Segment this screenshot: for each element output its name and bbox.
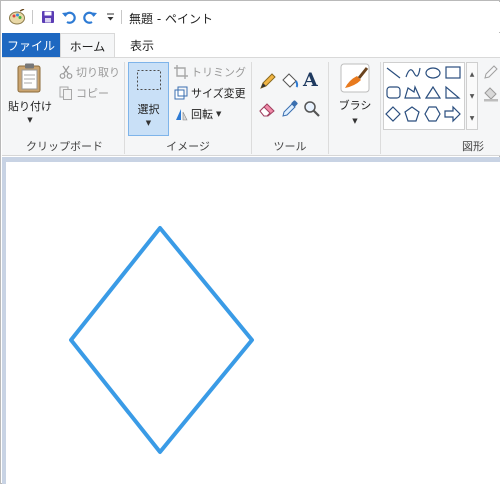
quick-access-separator xyxy=(32,10,33,24)
drawing-canvas[interactable] xyxy=(6,162,500,484)
brushes-dropdown-icon[interactable]: ▼ xyxy=(352,117,357,125)
clipboard-group-label: クリップボード xyxy=(26,140,103,153)
triangle-shape-icon xyxy=(424,85,442,99)
clipboard-icon xyxy=(17,63,41,93)
shapes-gallery[interactable] xyxy=(383,62,465,130)
tab-view[interactable]: 表示 xyxy=(120,33,164,57)
gallery-down-icon[interactable]: ▼ xyxy=(470,93,475,100)
copy-button[interactable]: コピー xyxy=(59,85,109,101)
hexagon-shape-icon xyxy=(424,106,441,122)
rotate-dropdown-icon[interactable]: ▼ xyxy=(216,110,221,118)
fill-icon[interactable] xyxy=(483,86,499,102)
arrow-shape-icon xyxy=(444,105,461,123)
customize-dropdown-icon[interactable] xyxy=(101,8,119,26)
rotate-label: 回転 xyxy=(191,108,213,121)
resize-button[interactable]: サイズ変更 xyxy=(174,85,246,101)
title-bar: 無題 - ペイント xyxy=(2,2,500,32)
brush-icon xyxy=(340,63,370,93)
undo-icon[interactable] xyxy=(60,8,78,26)
scissors-icon xyxy=(59,65,73,79)
pentagon-shape-icon xyxy=(404,106,420,122)
group-separator xyxy=(380,62,381,154)
rounded-rectangle-shape-icon xyxy=(386,86,401,99)
crop-label: トリミング xyxy=(191,66,246,79)
select-rectangle-icon xyxy=(137,70,161,90)
oval-shape-icon xyxy=(425,67,441,79)
save-icon[interactable] xyxy=(39,8,57,26)
crop-button[interactable]: トリミング xyxy=(174,64,246,80)
paste-button[interactable]: 貼り付け ▼ xyxy=(6,62,54,124)
eraser-icon[interactable] xyxy=(259,100,277,118)
workspace xyxy=(2,157,500,484)
shapes-gallery-scroll[interactable]: ▲ ▼ ▼ xyxy=(466,62,478,130)
diamond-shape-icon xyxy=(385,106,401,122)
redo-icon[interactable] xyxy=(81,8,99,26)
window-title: 無題 - ペイント xyxy=(129,12,213,26)
group-separator xyxy=(124,62,125,154)
text-tool-icon[interactable]: A xyxy=(303,69,323,91)
cut-button[interactable]: 切り取り xyxy=(59,64,120,80)
group-separator xyxy=(251,62,252,154)
select-dropdown-icon[interactable]: ▼ xyxy=(129,119,168,127)
polygon-shape-icon xyxy=(404,85,421,99)
crop-icon xyxy=(174,65,188,79)
select-button[interactable]: 選択 ▼ xyxy=(128,62,169,136)
resize-label: サイズ変更 xyxy=(191,87,246,100)
ribbon-tabs: ファイル ホーム 表示 xyxy=(2,33,500,58)
paint-app-icon[interactable] xyxy=(8,8,26,26)
curve-shape-icon xyxy=(405,67,421,78)
outline-icon[interactable] xyxy=(483,64,499,80)
pencil-icon[interactable] xyxy=(259,72,277,90)
shapes-group-label: 図形 xyxy=(462,140,484,153)
select-label: 選択 xyxy=(137,103,160,116)
ribbon: 貼り付け ▼ 切り取り コピー クリップボード 選択 ▼ トリミング サイズ変更… xyxy=(2,57,500,156)
rotate-button[interactable]: 回転 ▼ xyxy=(174,106,221,122)
cut-label: 切り取り xyxy=(76,66,120,79)
diamond-shape[interactable] xyxy=(69,226,254,454)
tab-file[interactable]: ファイル xyxy=(2,33,60,57)
copy-label: コピー xyxy=(76,87,109,100)
gallery-more-icon[interactable]: ▼ xyxy=(470,115,475,122)
brushes-button[interactable]: ブラシ ▼ xyxy=(333,62,377,125)
resize-icon xyxy=(174,86,188,100)
color-picker-icon[interactable] xyxy=(281,100,299,118)
gallery-up-icon[interactable]: ▲ xyxy=(470,71,475,78)
paste-dropdown-icon[interactable]: ▼ xyxy=(27,116,32,124)
rotate-icon xyxy=(176,109,188,121)
tools-group-label: ツール xyxy=(273,140,307,153)
paste-label: 貼り付け xyxy=(8,100,52,113)
brushes-label: ブラシ xyxy=(338,99,372,112)
fill-bucket-icon[interactable] xyxy=(281,72,299,90)
copy-icon xyxy=(59,86,72,100)
magnifier-icon[interactable] xyxy=(303,100,321,118)
image-group-label: イメージ xyxy=(166,140,210,153)
right-triangle-shape-icon xyxy=(445,85,461,99)
line-shape-icon xyxy=(386,67,401,79)
title-separator xyxy=(121,10,122,24)
rectangle-shape-icon xyxy=(445,66,461,79)
group-separator xyxy=(328,62,329,154)
paint-window: 無題 - ペイント ファイル ホーム 表示 貼り付け ▼ 切り取り コピー クリ… xyxy=(0,0,500,484)
tab-home[interactable]: ホーム xyxy=(60,33,115,58)
